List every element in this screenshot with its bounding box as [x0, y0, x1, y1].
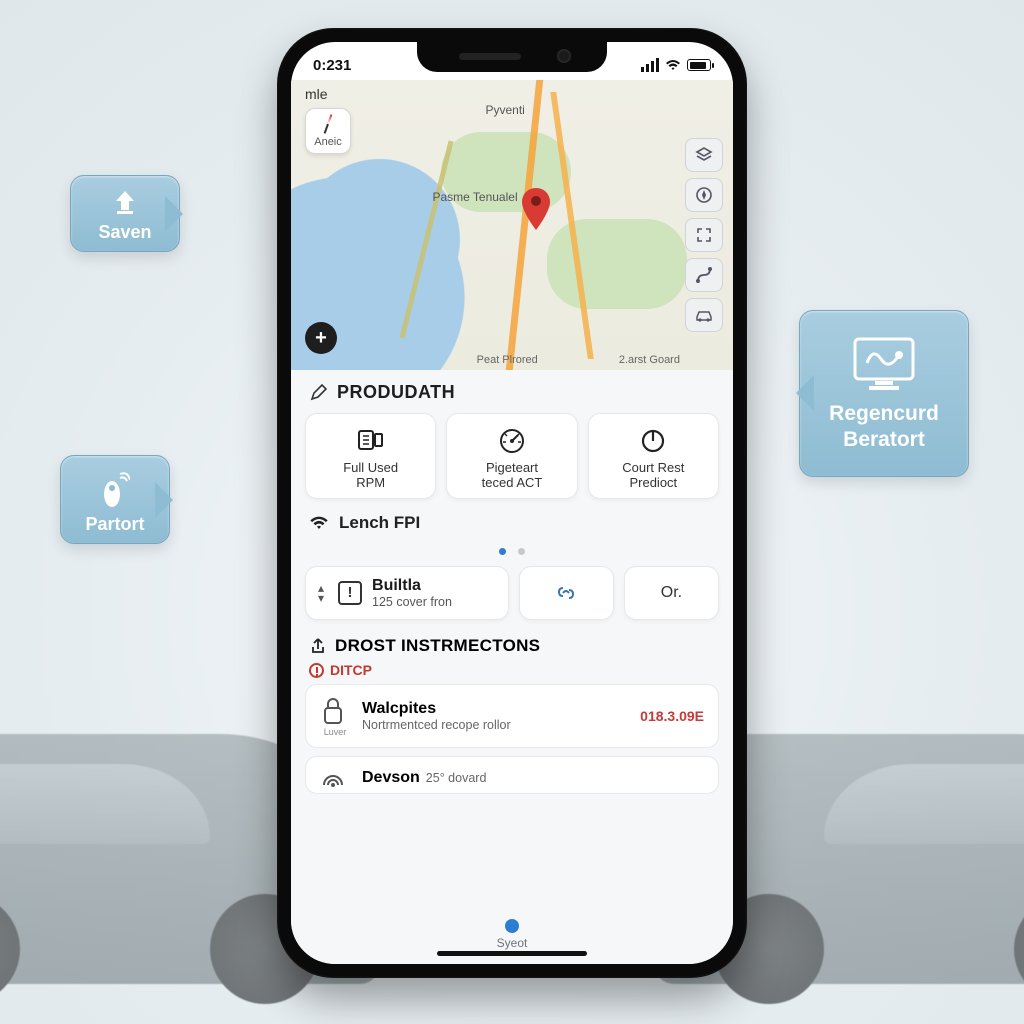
- instr-title: DROST INSTRMECTONS: [335, 636, 540, 656]
- app-header-prefix: mle: [305, 86, 328, 102]
- page-dot-2: [518, 548, 525, 555]
- section-header-lench: Lench FPI: [291, 499, 733, 539]
- list0-icon-sub: Luver: [320, 727, 350, 737]
- dtcp-badge[interactable]: DITCP: [291, 658, 733, 684]
- card-court-rest[interactable]: Court Rest Predioct: [588, 413, 719, 499]
- page-indicator: [291, 539, 733, 566]
- bultla-sub: 125 cover fron: [372, 595, 452, 609]
- card-pigeteart-act[interactable]: Pigeteart teced ACT: [446, 413, 577, 499]
- card1-line2: teced ACT: [453, 475, 570, 490]
- wifi-small-icon: [309, 515, 329, 531]
- list0-value: 018.3.09E: [640, 708, 704, 724]
- callout-partort-label: Partort: [85, 514, 144, 534]
- map-tool-layers[interactable]: [685, 138, 723, 172]
- map-compass-button[interactable]: Aneic: [305, 108, 351, 154]
- map-tool-fullscreen[interactable]: [685, 218, 723, 252]
- upload-icon: [108, 188, 142, 216]
- map-add-button[interactable]: +: [305, 322, 337, 354]
- or-label: Or.: [661, 584, 682, 602]
- phone-frame: 0:231 mle Aneic Pyventi Pasme Tenualel +: [277, 28, 747, 978]
- pencil-icon: [309, 384, 327, 402]
- phone-notch: [417, 42, 607, 72]
- share-out-icon: [309, 637, 327, 655]
- page-dot-1: [499, 548, 506, 555]
- lench-title: Lench FPI: [339, 513, 420, 533]
- section-header-instr: DROST INSTRMECTONS: [291, 620, 733, 658]
- status-time: 0:231: [313, 57, 351, 74]
- callout-saven[interactable]: Saven: [70, 175, 180, 252]
- key-remote-icon: [100, 468, 130, 508]
- list-item-walcpites[interactable]: Luver Walcpites Nortrmentced recope roll…: [305, 684, 719, 748]
- map-city-label-2: Pasme Tenualel: [432, 190, 517, 204]
- map-view[interactable]: Pyventi Pasme Tenualel + Peat Plrored 2.…: [291, 80, 733, 370]
- signal-arc-icon: [320, 767, 350, 789]
- callout-regencurd[interactable]: Regencurd Beratort: [799, 310, 969, 477]
- list1-title: Devson: [362, 769, 420, 787]
- list0-title: Walcpites: [362, 700, 511, 718]
- map-tool-stack: [685, 138, 723, 332]
- compass-label: Aneic: [314, 136, 342, 148]
- callout-partort[interactable]: Partort: [60, 455, 170, 544]
- list0-sub: Nortrmentced recope rollor: [362, 718, 511, 732]
- tab-active-dot-icon: [505, 919, 519, 933]
- info-card-link[interactable]: [519, 566, 614, 620]
- alert-box-icon: [338, 581, 362, 605]
- dtcp-label: DITCP: [330, 662, 372, 678]
- alert-circle-icon: [309, 663, 324, 678]
- list1-sub: 25° dovard: [426, 771, 487, 785]
- card0-line1: Full Used: [312, 460, 429, 475]
- bottom-tab-label: Syeot: [497, 936, 528, 950]
- map-tool-route[interactable]: [685, 258, 723, 292]
- info-card-or[interactable]: Or.: [624, 566, 719, 620]
- card-full-used-rpm[interactable]: Full Used RPM: [305, 413, 436, 499]
- wifi-icon: [665, 59, 681, 71]
- map-footer-label-b: 2.arst Goard: [619, 354, 680, 366]
- link-icon: [555, 582, 577, 604]
- map-pin-icon[interactable]: [521, 202, 551, 232]
- map-tool-car[interactable]: [685, 298, 723, 332]
- bultla-title: Builtla: [372, 577, 452, 595]
- card2-line1: Court Rest: [595, 460, 712, 475]
- list-item-devson[interactable]: Devson 25° dovard: [305, 756, 719, 794]
- lock-icon: Luver: [320, 695, 350, 737]
- sort-arrows-icon: ▴▾: [318, 583, 324, 603]
- info-card-bultla[interactable]: ▴▾ Builtla 125 cover fron: [305, 566, 509, 620]
- battery-icon: [687, 59, 711, 71]
- monitor-diagnostic-icon: [849, 333, 919, 395]
- compass-needle-icon: [324, 114, 333, 133]
- callout-saven-label: Saven: [98, 222, 151, 242]
- callout-regen-line2: Beratort: [824, 427, 944, 453]
- card0-line2: RPM: [312, 475, 429, 490]
- gauge-icon: [312, 424, 429, 456]
- map-city-label-1: Pyventi: [485, 103, 524, 117]
- speedometer-icon: [453, 424, 570, 456]
- map-tool-compass[interactable]: [685, 178, 723, 212]
- card1-line1: Pigeteart: [453, 460, 570, 475]
- section-header-produdath: PRODUDATH: [291, 370, 733, 413]
- cellular-signal-icon: [641, 58, 659, 72]
- power-icon: [595, 424, 712, 456]
- card2-line2: Predioct: [595, 475, 712, 490]
- produdath-title: PRODUDATH: [337, 382, 455, 403]
- callout-regen-line1: Regencurd: [824, 401, 944, 427]
- home-indicator[interactable]: [437, 951, 587, 956]
- map-footer-label-a: Peat Plrored: [477, 354, 538, 366]
